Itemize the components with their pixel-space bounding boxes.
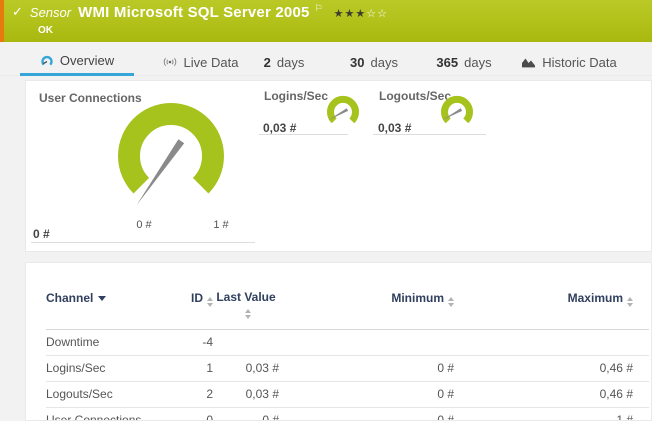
cell-id: 2 <box>171 382 213 408</box>
table-row[interactable]: Logins/Sec10,03 #0 #0,46 # <box>46 356 649 382</box>
flag-icon[interactable]: ⚐ <box>315 3 323 14</box>
spacer <box>633 330 649 356</box>
tab-bar: Overview Live Data 2 days 30 days 365 days Histo… <box>0 48 652 76</box>
cell-channel[interactable]: User Connections <box>46 408 171 421</box>
table-row[interactable]: User Connections00 #0 #1 # <box>46 408 649 421</box>
tab-overview[interactable]: Overview <box>20 48 134 76</box>
tab-label: Historic Data <box>542 55 616 70</box>
sort-toggle-icon[interactable] <box>448 297 454 307</box>
cell-maximum: 0,46 # <box>454 356 633 382</box>
column-header-last-value[interactable]: Last Value <box>213 263 279 330</box>
channels-panel: ChannelIDLast ValueMinimumMaximum Downti… <box>25 262 652 421</box>
column-header-minimum[interactable]: Minimum <box>279 263 454 330</box>
user-connections-gauge <box>96 88 246 218</box>
tab-30-days[interactable]: 30 days <box>342 48 406 76</box>
cell-last_value <box>213 330 279 356</box>
sensor-header: ✓ Sensor WMI Microsoft SQL Server 2005 ⚐… <box>0 0 652 42</box>
cell-minimum: 0 # <box>279 408 454 421</box>
table-row[interactable]: Downtime-4 <box>46 330 649 356</box>
status-badge: OK <box>38 25 53 36</box>
tab-number: 365 <box>436 55 458 70</box>
cell-channel[interactable]: Logins/Sec <box>46 356 171 382</box>
logins-sec-gauge <box>323 94 363 130</box>
tab-label: days <box>464 55 491 70</box>
column-header-channel[interactable]: Channel <box>46 263 171 330</box>
cell-separator <box>31 242 255 243</box>
cell-id: -4 <box>171 330 213 356</box>
cell-last_value: 0 # <box>213 408 279 421</box>
tab-2-days[interactable]: 2 days <box>253 48 315 76</box>
cell-minimum: 0 # <box>279 382 454 408</box>
tab-historic-data[interactable]: Historic Data <box>517 48 621 76</box>
cell-last_value: 0,03 # <box>213 382 279 408</box>
logins-sec-value: 0,03 # <box>263 121 296 135</box>
spacer <box>633 356 649 382</box>
logouts-sec-gauge <box>437 94 477 130</box>
spacer <box>633 408 649 421</box>
table-header-row: ChannelIDLast ValueMinimumMaximum <box>46 263 649 330</box>
cell-maximum: 1 # <box>454 408 633 421</box>
logins-sec-gauge-title: Logins/Sec <box>264 89 328 103</box>
tab-label: Live Data <box>184 55 239 70</box>
cell-minimum: 0 # <box>279 356 454 382</box>
tab-label: days <box>371 55 398 70</box>
column-header-id[interactable]: ID <box>171 263 213 330</box>
status-ok-check-icon: ✓ <box>12 4 23 20</box>
gauges-panel: User Connections 0 # 1 # 0 # Logins/Sec … <box>25 80 652 252</box>
sort-toggle-icon[interactable] <box>207 297 213 307</box>
cell-maximum <box>454 330 633 356</box>
cell-minimum <box>279 330 454 356</box>
cell-separator <box>373 134 486 135</box>
gauge-scale-max: 1 # <box>208 219 234 231</box>
tab-label: days <box>277 55 304 70</box>
channels-table: ChannelIDLast ValueMinimumMaximum Downti… <box>46 263 649 421</box>
gauge-scale-min: 0 # <box>131 219 157 231</box>
spacer <box>633 382 649 408</box>
tab-365-days[interactable]: 365 days <box>429 48 499 76</box>
gauge-icon <box>40 54 54 68</box>
logouts-sec-value: 0,03 # <box>378 121 411 135</box>
sort-toggle-icon[interactable] <box>245 309 251 319</box>
tab-number: 2 <box>264 55 271 70</box>
sorted-desc-icon <box>98 296 106 301</box>
priority-stars-filled[interactable]: ★★★ <box>334 8 367 20</box>
table-row[interactable]: Logouts/Sec20,03 #0 #0,46 # <box>46 382 649 408</box>
sensor-title: WMI Microsoft SQL Server 2005 <box>78 4 309 21</box>
user-connections-value: 0 # <box>33 227 50 241</box>
cell-separator <box>259 134 348 135</box>
tab-number: 30 <box>350 55 364 70</box>
sort-toggle-icon[interactable] <box>627 297 633 307</box>
priority-stars[interactable]: ★★★☆☆ <box>334 7 388 20</box>
cell-id: 0 <box>171 408 213 421</box>
live-data-icon <box>162 56 178 68</box>
priority-stars-empty[interactable]: ☆☆ <box>366 8 388 20</box>
tab-live-data[interactable]: Live Data <box>150 48 250 76</box>
cell-id: 1 <box>171 356 213 382</box>
historic-data-icon <box>521 56 536 68</box>
cell-channel[interactable]: Logouts/Sec <box>46 382 171 408</box>
column-header-maximum[interactable]: Maximum <box>454 263 633 330</box>
cell-maximum: 0,46 # <box>454 382 633 408</box>
cell-last_value: 0,03 # <box>213 356 279 382</box>
object-kind-label: Sensor <box>30 5 71 20</box>
tab-label: Overview <box>60 53 114 68</box>
cell-channel[interactable]: Downtime <box>46 330 171 356</box>
spacer <box>633 263 649 330</box>
